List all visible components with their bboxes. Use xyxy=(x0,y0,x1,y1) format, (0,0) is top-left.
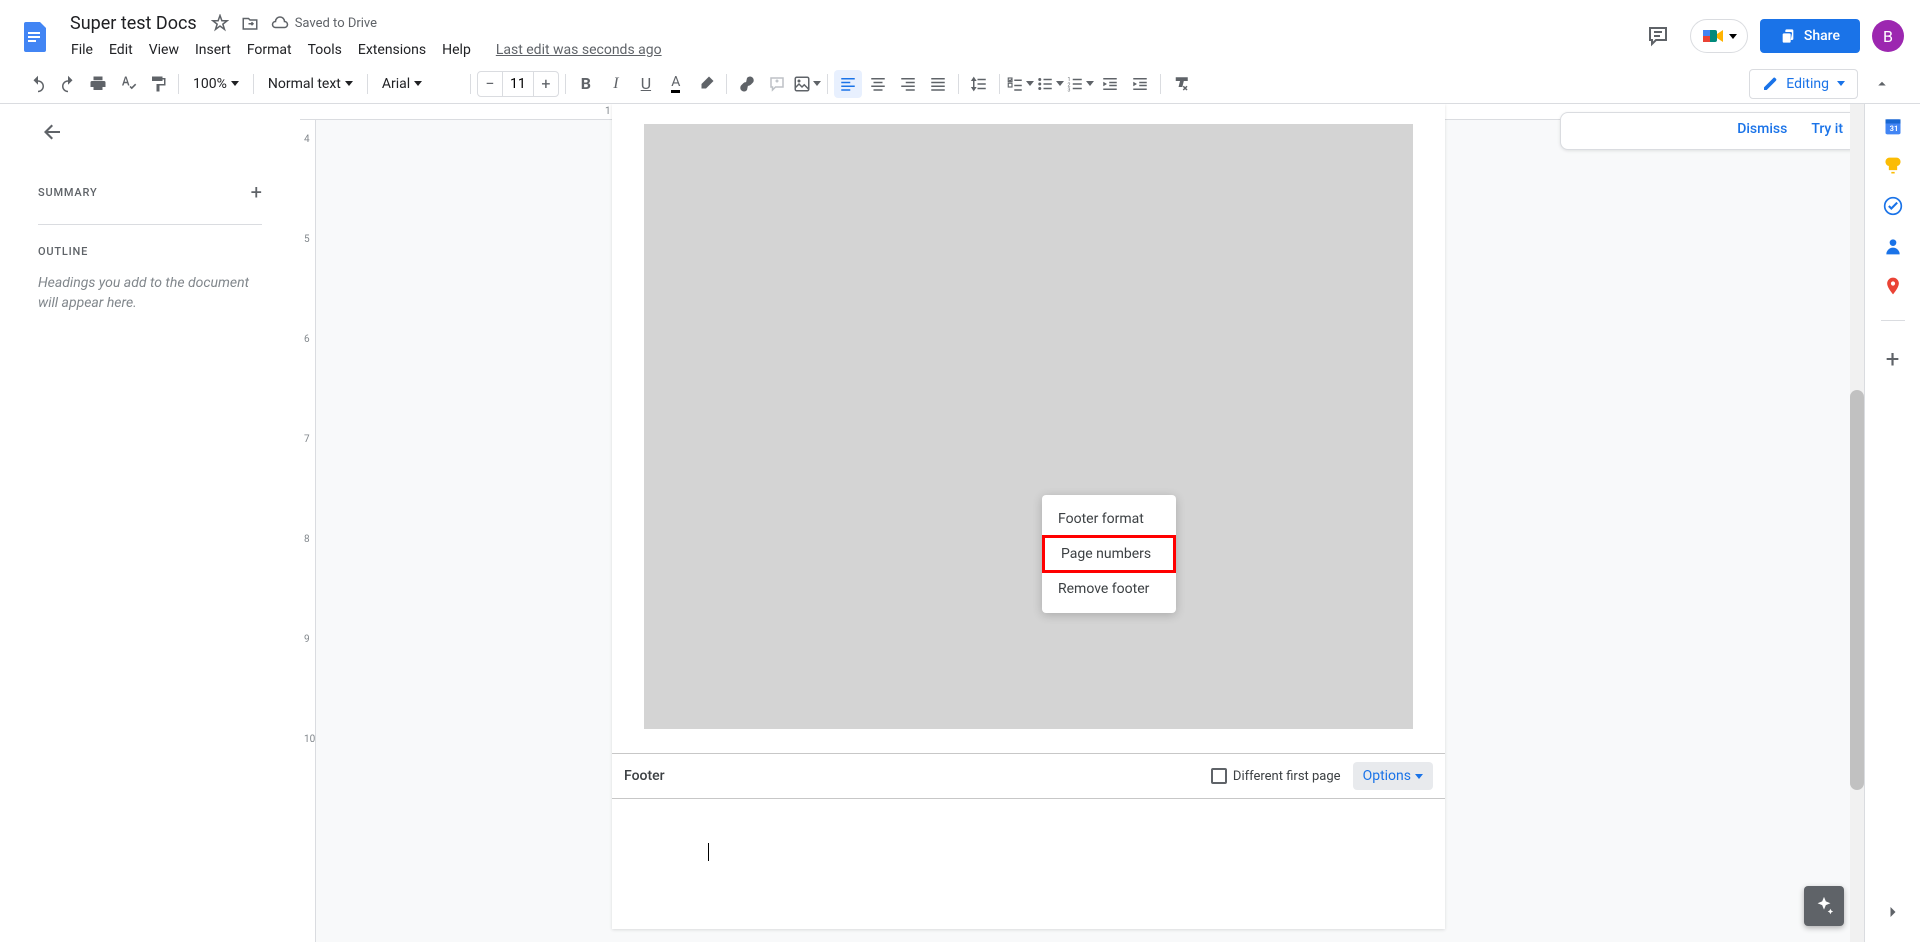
menu-view[interactable]: View xyxy=(142,38,186,62)
try-it-link[interactable]: Try it xyxy=(1811,121,1843,137)
expand-rail-icon[interactable] xyxy=(1883,902,1903,926)
back-icon[interactable] xyxy=(40,120,276,148)
maps-icon[interactable] xyxy=(1883,276,1903,296)
doc-title[interactable]: Super test Docs xyxy=(64,11,203,36)
menu-extensions[interactable]: Extensions xyxy=(351,38,433,62)
page[interactable]: Footer Different first page Options xyxy=(612,104,1445,929)
contacts-icon[interactable] xyxy=(1883,236,1903,256)
menu-file[interactable]: File xyxy=(64,38,100,62)
comment-icon[interactable] xyxy=(763,70,791,98)
comments-icon[interactable] xyxy=(1638,16,1678,56)
options-button[interactable]: Options xyxy=(1353,762,1433,790)
font-dropdown[interactable]: Arial xyxy=(374,72,464,96)
tasks-icon[interactable] xyxy=(1883,196,1903,216)
align-justify-icon[interactable] xyxy=(924,70,952,98)
save-status[interactable]: Saved to Drive xyxy=(271,14,377,32)
meet-button[interactable] xyxy=(1690,19,1748,53)
align-center-icon[interactable] xyxy=(864,70,892,98)
header: Super test Docs Saved to Drive File Edit… xyxy=(0,0,1920,64)
options-menu: Footer format Page numbers Remove footer xyxy=(1042,495,1176,613)
zoom-dropdown[interactable]: 100% xyxy=(185,72,247,96)
cloud-icon xyxy=(271,14,289,32)
suggestion-card: Dismiss Try it xyxy=(1560,112,1860,150)
menu-bar: File Edit View Insert Format Tools Exten… xyxy=(64,38,1638,62)
menu-option-footer-format[interactable]: Footer format xyxy=(1042,503,1176,535)
menu-help[interactable]: Help xyxy=(435,38,478,62)
different-first-page-checkbox[interactable]: Different first page xyxy=(1211,768,1341,784)
align-left-icon[interactable] xyxy=(834,70,862,98)
menu-option-remove-footer[interactable]: Remove footer xyxy=(1042,573,1176,605)
scrollbar-thumb[interactable] xyxy=(1850,390,1864,790)
explore-button[interactable] xyxy=(1804,886,1844,926)
chevron-down-icon xyxy=(1729,34,1737,39)
dismiss-link[interactable]: Dismiss xyxy=(1737,121,1787,137)
save-status-text: Saved to Drive xyxy=(295,16,377,31)
highlight-icon[interactable] xyxy=(692,70,720,98)
underline-icon[interactable]: U xyxy=(632,70,660,98)
image-icon[interactable] xyxy=(793,70,821,98)
paint-format-icon[interactable] xyxy=(144,70,172,98)
checkbox-icon xyxy=(1211,768,1227,784)
italic-icon[interactable]: I xyxy=(602,70,630,98)
menu-format[interactable]: Format xyxy=(240,38,299,62)
menu-tools[interactable]: Tools xyxy=(301,38,349,62)
font-size-group: − + xyxy=(477,71,559,97)
left-panel: SUMMARY + OUTLINE Headings you add to th… xyxy=(0,104,300,942)
share-label: Share xyxy=(1804,28,1840,44)
calendar-icon[interactable]: 31 xyxy=(1883,116,1903,136)
footer-label: Footer xyxy=(624,768,665,784)
add-summary-icon[interactable]: + xyxy=(251,180,262,204)
toolbar: 100% Normal text Arial − + B I U A 123 E… xyxy=(0,64,1920,104)
summary-title: SUMMARY xyxy=(38,186,97,199)
clear-format-icon[interactable] xyxy=(1167,70,1195,98)
font-size-decrease[interactable]: − xyxy=(478,72,502,96)
collapse-toolbar-icon[interactable] xyxy=(1868,70,1896,98)
editing-mode-button[interactable]: Editing xyxy=(1749,69,1858,99)
menu-option-page-numbers[interactable]: Page numbers xyxy=(1042,535,1176,573)
keep-icon[interactable] xyxy=(1883,156,1903,176)
svg-text:31: 31 xyxy=(1889,124,1898,133)
undo-icon[interactable] xyxy=(24,70,52,98)
bullet-list-icon[interactable] xyxy=(1036,70,1064,98)
menu-insert[interactable]: Insert xyxy=(188,38,238,62)
font-size-increase[interactable]: + xyxy=(534,72,558,96)
main: SUMMARY + OUTLINE Headings you add to th… xyxy=(0,104,1920,942)
style-dropdown[interactable]: Normal text xyxy=(260,72,361,96)
bold-icon[interactable]: B xyxy=(572,70,600,98)
spellcheck-icon[interactable] xyxy=(114,70,142,98)
page-body[interactable] xyxy=(644,124,1413,729)
footer-bar: Footer Different first page Options xyxy=(612,753,1445,799)
move-icon[interactable] xyxy=(241,14,259,32)
menu-edit[interactable]: Edit xyxy=(102,38,140,62)
footer-content[interactable] xyxy=(612,799,1445,929)
docs-logo[interactable] xyxy=(16,16,56,56)
text-color-icon[interactable]: A xyxy=(662,70,690,98)
align-right-icon[interactable] xyxy=(894,70,922,98)
title-area: Super test Docs Saved to Drive File Edit… xyxy=(64,11,1638,62)
header-right: Share B xyxy=(1638,16,1904,56)
indent-increase-icon[interactable] xyxy=(1126,70,1154,98)
share-button[interactable]: Share xyxy=(1760,19,1860,53)
ruler-vertical[interactable]: 4 5 6 7 8 9 10 xyxy=(300,104,316,942)
add-addon-icon[interactable]: + xyxy=(1886,345,1900,373)
redo-icon[interactable] xyxy=(54,70,82,98)
avatar[interactable]: B xyxy=(1872,20,1904,52)
last-edit-link[interactable]: Last edit was seconds ago xyxy=(496,42,662,58)
right-rail: 31 + xyxy=(1864,104,1920,942)
outline-empty-text: Headings you add to the document will ap… xyxy=(24,266,276,321)
indent-decrease-icon[interactable] xyxy=(1096,70,1124,98)
link-icon[interactable] xyxy=(733,70,761,98)
numbered-list-icon[interactable]: 123 xyxy=(1066,70,1094,98)
font-size-input[interactable] xyxy=(502,72,534,96)
svg-text:3: 3 xyxy=(1067,87,1070,93)
print-icon[interactable] xyxy=(84,70,112,98)
star-icon[interactable] xyxy=(211,14,229,32)
checklist-icon[interactable] xyxy=(1006,70,1034,98)
text-cursor xyxy=(708,843,709,861)
line-spacing-icon[interactable] xyxy=(965,70,993,98)
outline-title: OUTLINE xyxy=(24,237,276,266)
